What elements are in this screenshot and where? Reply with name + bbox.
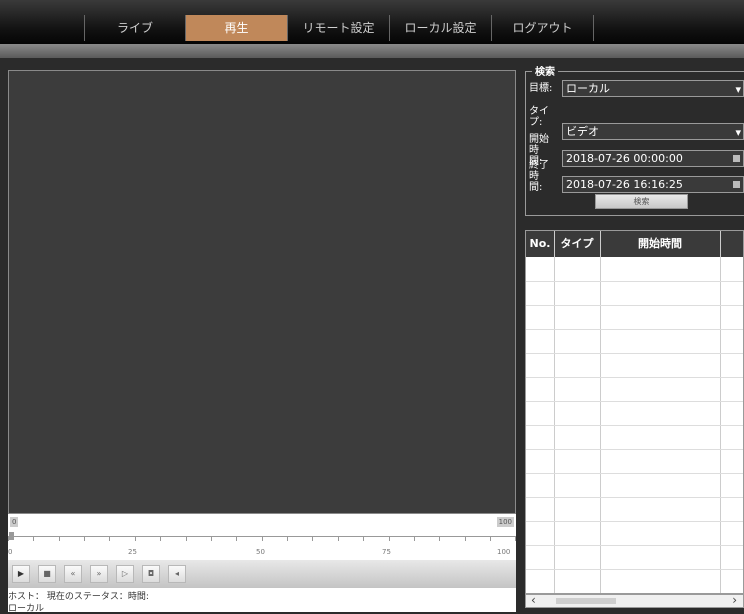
timeline-tick: [389, 536, 390, 541]
header-divider: [0, 44, 744, 58]
row-divider: [526, 425, 743, 426]
type-label: タイプ:: [529, 106, 549, 128]
rewind-icon[interactable]: «: [64, 565, 82, 583]
chevron-down-icon: ▾: [735, 126, 741, 139]
row-divider: [526, 329, 743, 330]
timeline-tick: [186, 536, 187, 541]
video-playback-area[interactable]: [8, 70, 516, 514]
timeline-tick: [8, 536, 9, 541]
results-header: No. タイプ 開始時間: [526, 231, 743, 257]
scroll-left-icon[interactable]: ‹: [531, 593, 536, 607]
chevron-down-icon: ▾: [735, 83, 741, 96]
timeline-tick: [287, 536, 288, 541]
search-button[interactable]: 検索: [595, 194, 688, 209]
end-time-value: 2018-07-26 16:16:25: [566, 178, 683, 191]
timeline-tick: [338, 536, 339, 541]
timeline-tick: [515, 536, 516, 541]
stop-icon[interactable]: ■: [38, 565, 56, 583]
snapshot-icon[interactable]: ◘: [142, 565, 160, 583]
timeline-tick: [439, 536, 440, 541]
timeline-tick: [160, 536, 161, 541]
end-time-label: 終了時間:: [529, 160, 549, 193]
timeline-tick: [135, 536, 136, 541]
search-legend: 検索: [532, 63, 558, 78]
row-divider: [526, 449, 743, 450]
timeline-bar[interactable]: 0 100 0 25 50 75 100: [8, 514, 516, 560]
tab-playback[interactable]: 再生: [186, 15, 288, 41]
fast-forward-icon[interactable]: »: [90, 565, 108, 583]
timeline-label: 50: [256, 548, 265, 556]
main-tabs: ライブ 再生 リモート設定 ローカル設定 ログアウト: [84, 15, 594, 41]
target-value: ローカル: [566, 82, 610, 95]
timeline-label: 25: [128, 548, 137, 556]
timeline-range: 0 100: [8, 514, 516, 532]
type-value: ビデオ: [566, 125, 599, 138]
timeline-tick: [414, 536, 415, 541]
end-time-input[interactable]: 2018-07-26 16:16:25: [562, 176, 744, 193]
timeline-tick: [363, 536, 364, 541]
row-divider: [526, 545, 743, 546]
tab-live[interactable]: ライブ: [84, 15, 186, 41]
start-time-input[interactable]: 2018-07-26 00:00:00: [562, 150, 744, 167]
timeline-tick: [465, 536, 466, 541]
scroll-right-icon[interactable]: ›: [732, 593, 737, 607]
row-divider: [526, 569, 743, 570]
timeline-start-badge: 0: [10, 517, 19, 527]
target-label: 目標:: [529, 83, 553, 94]
column-header-no: No.: [529, 237, 551, 250]
target-select[interactable]: ローカル ▾: [562, 80, 744, 97]
row-divider: [526, 473, 743, 474]
timeline-end-badge: 100: [496, 517, 514, 527]
timeline-tick: [312, 536, 313, 541]
column-header-start-time: 開始時間: [638, 237, 682, 250]
calendar-icon[interactable]: [733, 155, 740, 162]
status-line-local: ローカル: [8, 604, 45, 614]
column-divider: [600, 231, 601, 593]
playback-controls: ▶ ■ « » ▷ ◘ ◂: [8, 560, 516, 588]
frame-step-icon[interactable]: ▷: [116, 565, 134, 583]
timeline-label: 100: [497, 548, 511, 556]
row-divider: [526, 305, 743, 306]
play-icon[interactable]: ▶: [12, 565, 30, 583]
start-time-value: 2018-07-26 00:00:00: [566, 152, 683, 165]
row-divider: [526, 497, 743, 498]
timeline-tick: [236, 536, 237, 541]
timeline-slider-handle[interactable]: [9, 532, 14, 540]
top-nav-bar: ライブ 再生 リモート設定 ローカル設定 ログアウト: [0, 0, 744, 50]
timeline-tick: [211, 536, 212, 541]
calendar-icon[interactable]: [733, 181, 740, 188]
type-select[interactable]: ビデオ ▾: [562, 123, 744, 140]
timeline-tick: [59, 536, 60, 541]
tab-local-settings[interactable]: ローカル設定: [390, 15, 492, 41]
column-header-type: タイプ: [560, 237, 594, 250]
scrollbar-thumb[interactable]: [556, 598, 616, 604]
row-divider: [526, 401, 743, 402]
row-divider: [526, 377, 743, 378]
results-table: No. タイプ 開始時間: [525, 230, 744, 594]
results-scrollbar[interactable]: ‹ ›: [525, 593, 744, 608]
column-divider: [554, 231, 555, 593]
tab-remote-settings[interactable]: リモート設定: [288, 15, 390, 41]
timeline-tick: [262, 536, 263, 541]
timeline-tick: [33, 536, 34, 541]
timeline-tick: [490, 536, 491, 541]
timeline-tick: [109, 536, 110, 541]
volume-icon[interactable]: ◂: [168, 565, 186, 583]
row-divider: [526, 521, 743, 522]
status-bar: ホスト： 現在のステータス：時間: ローカル: [8, 588, 516, 614]
timeline-label: 0: [8, 548, 13, 556]
tab-logout[interactable]: ログアウト: [492, 15, 594, 41]
row-divider: [526, 353, 743, 354]
column-divider: [720, 231, 721, 593]
timeline-label: 75: [382, 548, 391, 556]
timeline-tick: [84, 536, 85, 541]
row-divider: [526, 281, 743, 282]
